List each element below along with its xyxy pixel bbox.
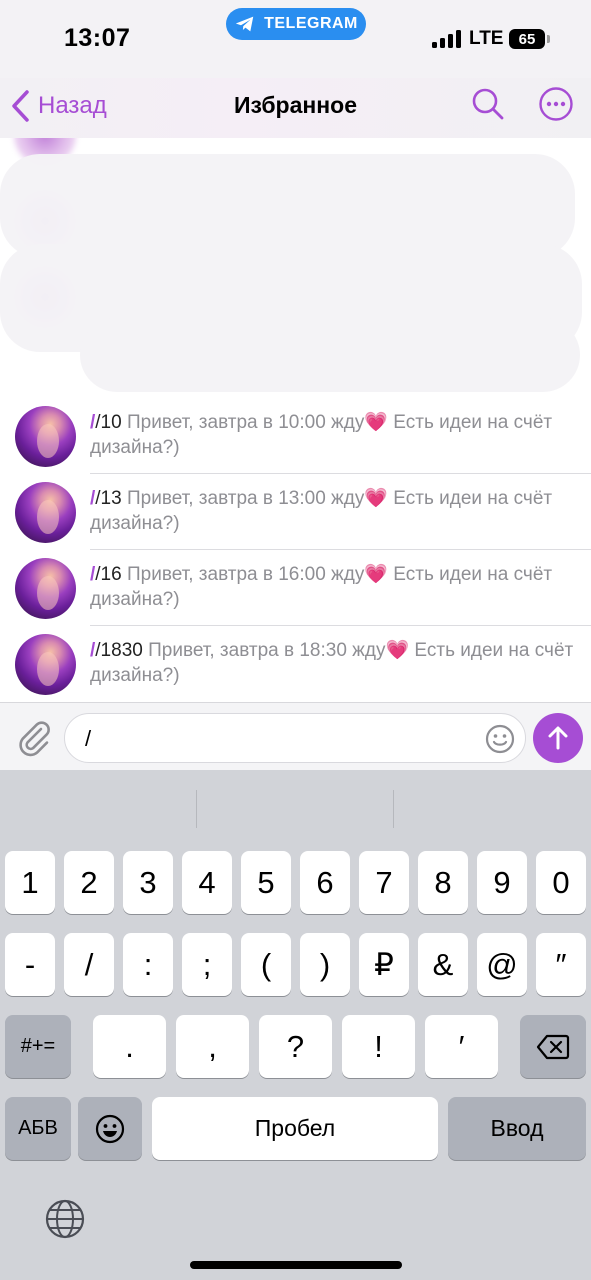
key-period[interactable]: .: [93, 1015, 166, 1078]
command-name: /16: [95, 564, 122, 585]
home-indicator: [190, 1261, 402, 1269]
key-semicolon[interactable]: ;: [182, 933, 232, 996]
key-slash[interactable]: /: [64, 933, 114, 996]
message-input-bar: /: [0, 702, 591, 770]
avatar: [15, 558, 76, 619]
command-description: Привет, завтра в 18:30 жду: [142, 640, 386, 661]
key-2[interactable]: 2: [64, 851, 114, 914]
emoji-icon: [95, 1114, 125, 1143]
back-button[interactable]: Назад: [10, 88, 107, 124]
key-comma[interactable]: ,: [176, 1015, 249, 1078]
keyboard: 1 2 3 4 5 6 7 8 9 0 - / : ; ( ) ₽ & @ ″ …: [0, 770, 591, 1280]
avatar: [15, 482, 76, 543]
command-name: /1830: [95, 640, 143, 661]
heart-emoji: 💗: [364, 488, 389, 509]
backspace-icon: [536, 1034, 570, 1059]
back-label: Назад: [38, 92, 107, 119]
telegram-pill[interactable]: TELEGRAM: [226, 8, 366, 40]
avatar: [15, 406, 76, 467]
send-arrow-icon: [548, 726, 568, 750]
emoji-icon[interactable]: [485, 724, 515, 754]
message-input-value: /: [85, 726, 92, 751]
list-item[interactable]: //13 Привет, завтра в 13:00 жду💗 Есть ид…: [0, 474, 591, 550]
list-item[interactable]: //16 Привет, завтра в 16:00 жду💗 Есть ид…: [0, 550, 591, 626]
battery-tip: [547, 35, 550, 43]
key-hyphen[interactable]: -: [5, 933, 55, 996]
return-key[interactable]: Ввод: [448, 1097, 586, 1160]
key-4[interactable]: 4: [182, 851, 232, 914]
send-button[interactable]: [533, 713, 583, 763]
command-description: Привет, завтра в 13:00 жду: [121, 488, 365, 509]
key-ampersand[interactable]: &: [418, 933, 468, 996]
key-6[interactable]: 6: [300, 851, 350, 914]
key-open-paren[interactable]: (: [241, 933, 291, 996]
command-description: Привет, завтра в 10:00 жду: [121, 412, 365, 433]
key-0[interactable]: 0: [536, 851, 586, 914]
telegram-pill-label: TELEGRAM: [264, 15, 358, 32]
redacted-area: [0, 138, 591, 392]
telegram-plane-icon: [235, 16, 254, 32]
emoji-keyboard-key[interactable]: [78, 1097, 142, 1160]
key-1[interactable]: 1: [5, 851, 55, 914]
key-close-paren[interactable]: ): [300, 933, 350, 996]
command-description: Привет, завтра в 16:00 жду: [121, 564, 365, 585]
network-type: LTE: [469, 28, 504, 49]
command-name: /10: [95, 412, 122, 433]
key-exclamation[interactable]: !: [342, 1015, 415, 1078]
message-input[interactable]: /: [64, 713, 526, 763]
heart-emoji: 💗: [385, 640, 410, 661]
key-7[interactable]: 7: [359, 851, 409, 914]
signal-icon: [432, 30, 464, 48]
more-icon[interactable]: [538, 86, 574, 122]
list-item[interactable]: //1830 Привет, завтра в 18:30 жду💗 Есть …: [0, 626, 591, 702]
key-question[interactable]: ?: [259, 1015, 332, 1078]
nav-bar: Избранное Назад: [0, 78, 591, 138]
heart-emoji: 💗: [364, 412, 389, 433]
list-item[interactable]: //10 Привет, завтра в 10:00 жду💗 Есть ид…: [0, 398, 591, 474]
key-language-abc[interactable]: АБВ: [5, 1097, 71, 1160]
paperclip-icon[interactable]: [14, 717, 52, 757]
chevron-left-icon: [12, 90, 29, 122]
command-name: /13: [95, 488, 122, 509]
key-8[interactable]: 8: [418, 851, 468, 914]
globe-icon[interactable]: [44, 1198, 86, 1240]
status-bar: 13:07 TELEGRAM LTE 65: [0, 0, 591, 78]
backspace-key[interactable]: [520, 1015, 586, 1078]
key-9[interactable]: 9: [477, 851, 527, 914]
key-prime[interactable]: ′: [425, 1015, 498, 1078]
heart-emoji: 💗: [364, 564, 389, 585]
suggestion-divider: [393, 790, 394, 828]
space-key[interactable]: Пробел: [152, 1097, 438, 1160]
key-3[interactable]: 3: [123, 851, 173, 914]
status-time: 13:07: [64, 24, 131, 52]
key-ruble[interactable]: ₽: [359, 933, 409, 996]
key-more-symbols[interactable]: #+=: [5, 1015, 71, 1078]
key-colon[interactable]: :: [123, 933, 173, 996]
search-icon[interactable]: [470, 86, 506, 122]
key-double-prime[interactable]: ″: [536, 933, 586, 996]
key-at[interactable]: @: [477, 933, 527, 996]
key-5[interactable]: 5: [241, 851, 291, 914]
suggestion-divider: [196, 790, 197, 828]
battery-level: 65: [509, 29, 545, 49]
command-suggestions: //10 Привет, завтра в 10:00 жду💗 Есть ид…: [0, 138, 591, 702]
avatar: [15, 634, 76, 695]
